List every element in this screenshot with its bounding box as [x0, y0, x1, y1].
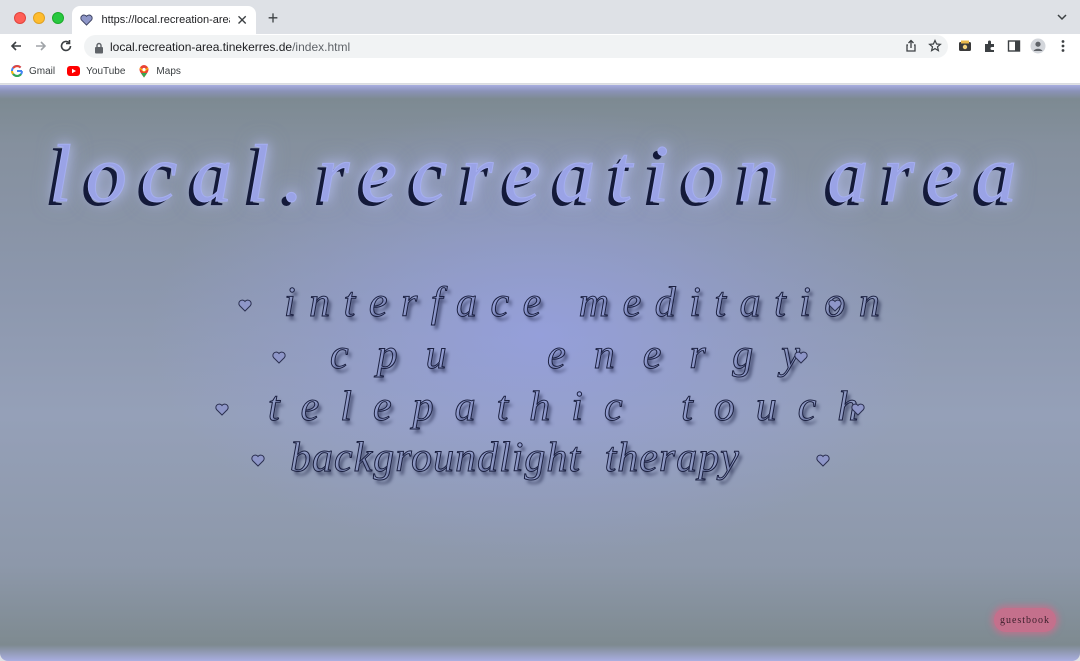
browser-menu-icon[interactable]: [1055, 38, 1071, 54]
profile-avatar-icon[interactable]: [1030, 38, 1046, 54]
bookmarks-bar: Gmail YouTube Maps: [0, 59, 1080, 84]
extensions-puzzle-icon[interactable]: [982, 38, 998, 54]
heart-icon: [251, 454, 265, 467]
close-window-button[interactable]: [14, 12, 26, 24]
heart-icon: [238, 299, 252, 312]
maps-icon: [137, 64, 150, 78]
heart-icon: [215, 403, 229, 416]
lock-icon[interactable]: [94, 41, 104, 53]
new-tab-button[interactable]: +: [264, 8, 282, 29]
heart-icon: [816, 454, 830, 467]
heart-icon: [272, 351, 286, 364]
bookmark-label: Gmail: [29, 65, 56, 77]
side-panel-icon[interactable]: [1006, 38, 1022, 54]
bookmark-star-icon[interactable]: [928, 39, 942, 58]
url-host: local.recreation-area.tinekerres.de: [110, 39, 293, 54]
back-arrow-icon[interactable]: [8, 38, 24, 54]
browser-tab[interactable]: https://local.recreation-area.tinekerres…: [72, 6, 256, 34]
address-bar[interactable]: local.recreation-area.tinekerres.de/inde…: [84, 35, 948, 58]
title-bar: https://local.recreation-area.tinekerres…: [0, 0, 1080, 34]
menu-item-backgroundlight-therapy[interactable]: backgroundlight therapy: [290, 434, 740, 482]
page-viewport: local.recreation area interface meditati…: [0, 85, 1080, 661]
heart-favicon-icon: [80, 13, 93, 27]
bookmark-label: YouTube: [86, 65, 126, 77]
bookmark-youtube[interactable]: YouTube: [67, 65, 125, 78]
reload-icon[interactable]: [58, 38, 74, 54]
bookmark-gmail[interactable]: Gmail: [10, 65, 55, 78]
youtube-icon: [67, 65, 81, 78]
heart-icon: [828, 299, 842, 312]
bookmark-maps[interactable]: Maps: [137, 64, 181, 78]
share-icon[interactable]: [904, 39, 918, 58]
browser-toolbar: local.recreation-area.tinekerres.de/inde…: [0, 34, 1080, 59]
guestbook-button[interactable]: guestbook: [994, 608, 1056, 632]
heart-icon: [851, 403, 865, 416]
page-title: local.recreation area: [49, 128, 1031, 220]
url-path: /index.html: [292, 39, 351, 54]
bookmark-label: Maps: [156, 65, 181, 77]
heart-icon: [794, 351, 808, 364]
extension-app-icon[interactable]: [957, 38, 973, 54]
tab-search-icon[interactable]: [1056, 10, 1068, 22]
tab-title: https://local.recreation-area.tinekerres…: [101, 14, 230, 26]
minimize-window-button[interactable]: [33, 12, 45, 24]
gmail-icon: [10, 65, 23, 78]
menu-item-cpu-energy[interactable]: cpu energy: [330, 331, 828, 379]
zoom-window-button[interactable]: [52, 12, 64, 24]
menu-item-interface-meditation[interactable]: interface meditation: [283, 279, 893, 327]
forward-arrow-icon[interactable]: [33, 38, 49, 54]
tab-close-icon[interactable]: ✕: [236, 13, 248, 27]
menu-item-telepathic-touch[interactable]: telepathic touch: [267, 383, 879, 431]
